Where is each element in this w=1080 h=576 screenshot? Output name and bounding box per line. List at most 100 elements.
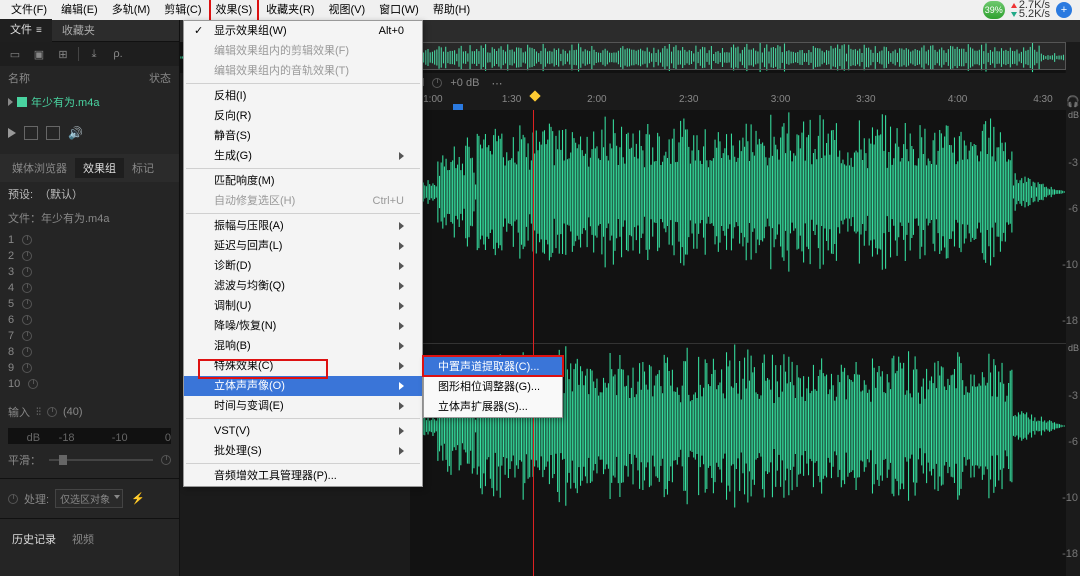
- power-knob-icon[interactable]: [22, 315, 32, 325]
- menu-favorites[interactable]: 收藏夹(R): [259, 0, 321, 20]
- fx-slot[interactable]: 9: [8, 360, 171, 376]
- menu-reverse[interactable]: 反向(R): [184, 106, 422, 126]
- fx-slot[interactable]: 7: [8, 328, 171, 344]
- menu-batch[interactable]: 批处理(S): [184, 441, 422, 461]
- menu-reverb[interactable]: 混响(B): [184, 336, 422, 356]
- menu-edit-track-fx: 编辑效果组内的音轨效果(T): [184, 61, 422, 81]
- power-knob-icon[interactable]: [22, 235, 32, 245]
- overview-visible-range[interactable]: [392, 42, 1066, 70]
- menu-effects[interactable]: 效果(S): [209, 0, 260, 22]
- loop-icon[interactable]: [24, 126, 38, 140]
- power-knob-icon[interactable]: [22, 251, 32, 261]
- power-knob-icon[interactable]: [22, 331, 32, 341]
- preset-value[interactable]: （默认）: [39, 186, 83, 202]
- chevron-right-icon: [399, 342, 404, 350]
- menu-plugin-manager[interactable]: 音频增效工具管理器(P)...: [184, 466, 422, 486]
- system-monitor: 39% 2.7K/s 5.2K/s +: [983, 1, 1072, 19]
- menu-amp-limit[interactable]: 振幅与压限(A): [184, 216, 422, 236]
- fx-slot[interactable]: 3: [8, 264, 171, 280]
- smoothing-slider[interactable]: [49, 459, 153, 461]
- menu-modulation[interactable]: 调制(U): [184, 296, 422, 316]
- menu-special-fx[interactable]: 特殊效果(C): [184, 356, 422, 376]
- fx-slot[interactable]: 8: [8, 344, 171, 360]
- power-knob-icon[interactable]: [22, 347, 32, 357]
- menu-help[interactable]: 帮助(H): [426, 0, 477, 20]
- input-knob-icon[interactable]: [47, 407, 57, 417]
- import-icon[interactable]: ⤓: [85, 45, 103, 63]
- fx-slot[interactable]: 5: [8, 296, 171, 312]
- headphones-icon[interactable]: 🎧: [1066, 92, 1080, 110]
- power-knob-icon[interactable]: [22, 267, 32, 277]
- fx-slot-list: 1 2 3 4 5 6 7 8 9 10: [0, 230, 179, 394]
- menubar: 文件(F) 编辑(E) 多轨(M) 剪辑(C) 效果(S) 收藏夹(R) 视图(…: [0, 0, 1080, 20]
- time-tick: 1:00: [423, 94, 442, 105]
- tab-markers[interactable]: 标记: [124, 158, 162, 178]
- menu-silence[interactable]: 静音(S): [184, 126, 422, 146]
- power-icon[interactable]: [8, 494, 18, 504]
- autoplay-icon[interactable]: [46, 126, 60, 140]
- menu-invert[interactable]: 反相(I): [184, 86, 422, 106]
- output-knob-icon[interactable]: [161, 455, 171, 465]
- process-select[interactable]: 仅选区对象: [55, 489, 123, 508]
- volume-icon[interactable]: 🔊: [68, 126, 83, 140]
- fx-slot[interactable]: 4: [8, 280, 171, 296]
- menu-time-pitch[interactable]: 时间与变调(E): [184, 396, 422, 416]
- time-tick: 2:30: [679, 94, 698, 105]
- file-row[interactable]: 年少有为.m4a: [0, 90, 179, 114]
- tab-files[interactable]: 文件≡: [0, 19, 52, 42]
- menu-stereo-imagery[interactable]: 立体声声像(O): [184, 376, 422, 396]
- tab-video[interactable]: 视频: [64, 529, 102, 549]
- menu-show-fx-group[interactable]: 显示效果组(W)Alt+0: [184, 21, 422, 41]
- more-icon[interactable]: ⋯: [491, 77, 502, 90]
- tab-history[interactable]: 历史记录: [4, 529, 64, 549]
- power-knob-icon[interactable]: [22, 363, 32, 373]
- play-icon[interactable]: [8, 128, 16, 138]
- submenu-graphic-phase[interactable]: 图形相位调整器(G)...: [424, 377, 562, 397]
- fx-slot[interactable]: 6: [8, 312, 171, 328]
- menu-window[interactable]: 窗口(W): [372, 0, 426, 20]
- fx-slot[interactable]: 2: [8, 248, 171, 264]
- menu-vst[interactable]: VST(V): [184, 421, 422, 441]
- apply-icon[interactable]: ⚡: [129, 490, 147, 508]
- submenu-stereo-expander[interactable]: 立体声扩展器(S)...: [424, 397, 562, 417]
- menu-generate[interactable]: 生成(G): [184, 146, 422, 166]
- workspace: 文件≡ 收藏夹 ▭ ▣ ⊞ ⤓ ρ. 名称 状态 年少有为.m4a 🔊 媒体浏览: [0, 20, 1080, 576]
- waveform-area[interactable]: [410, 110, 1066, 576]
- submenu-center-extractor[interactable]: 中置声道提取器(C)...: [424, 357, 562, 377]
- record-file-icon[interactable]: ▣: [30, 45, 48, 63]
- fx-slot[interactable]: 1: [8, 232, 171, 248]
- playhead-marker[interactable]: [530, 90, 541, 101]
- fx-file-row: 文件：年少有为.m4a: [0, 206, 179, 230]
- chevron-right-icon: [399, 447, 404, 455]
- timeline-ruler[interactable]: 1:00 1:30 2:00 2:30 3:00 3:30 4:00 4:30: [410, 92, 1066, 110]
- menu-match-loudness[interactable]: 匹配响度(M): [184, 171, 422, 191]
- assist-button[interactable]: +: [1056, 2, 1072, 18]
- fx-slot[interactable]: 10: [8, 376, 171, 392]
- time-tick: 1:30: [502, 94, 521, 105]
- menu-delay-echo[interactable]: 延迟与回声(L): [184, 236, 422, 256]
- menu-diagnostics[interactable]: 诊断(D): [184, 256, 422, 276]
- menu-file[interactable]: 文件(F): [4, 0, 54, 20]
- menu-noise-reduction[interactable]: 降噪/恢复(N): [184, 316, 422, 336]
- multitrack-icon[interactable]: ⊞: [54, 45, 72, 63]
- gain-knob-icon[interactable]: [432, 78, 442, 88]
- expand-icon[interactable]: [8, 98, 13, 106]
- power-knob-icon[interactable]: [22, 283, 32, 293]
- menu-view[interactable]: 视图(V): [321, 0, 372, 20]
- power-knob-icon[interactable]: [28, 379, 38, 389]
- tab-media-browser[interactable]: 媒体浏览器: [4, 158, 75, 178]
- tab-effects-rack[interactable]: 效果组: [75, 158, 124, 178]
- menu-edit[interactable]: 编辑(E): [54, 0, 105, 20]
- tab-files-label: 文件: [10, 24, 32, 36]
- shortcut: Ctrl+U: [373, 194, 404, 208]
- chevron-right-icon: [399, 302, 404, 310]
- level-meter: dB-18-100: [8, 428, 171, 444]
- power-knob-icon[interactable]: [22, 299, 32, 309]
- tab-favorites[interactable]: 收藏夹: [52, 20, 105, 42]
- menu-multitrack[interactable]: 多轨(M): [105, 0, 158, 20]
- menu-clip[interactable]: 剪辑(C): [157, 0, 208, 20]
- open-file-icon[interactable]: ▭: [6, 45, 24, 63]
- playhead-line[interactable]: [533, 110, 534, 576]
- search-icon[interactable]: ρ.: [109, 45, 127, 63]
- menu-filter-eq[interactable]: 滤波与均衡(Q): [184, 276, 422, 296]
